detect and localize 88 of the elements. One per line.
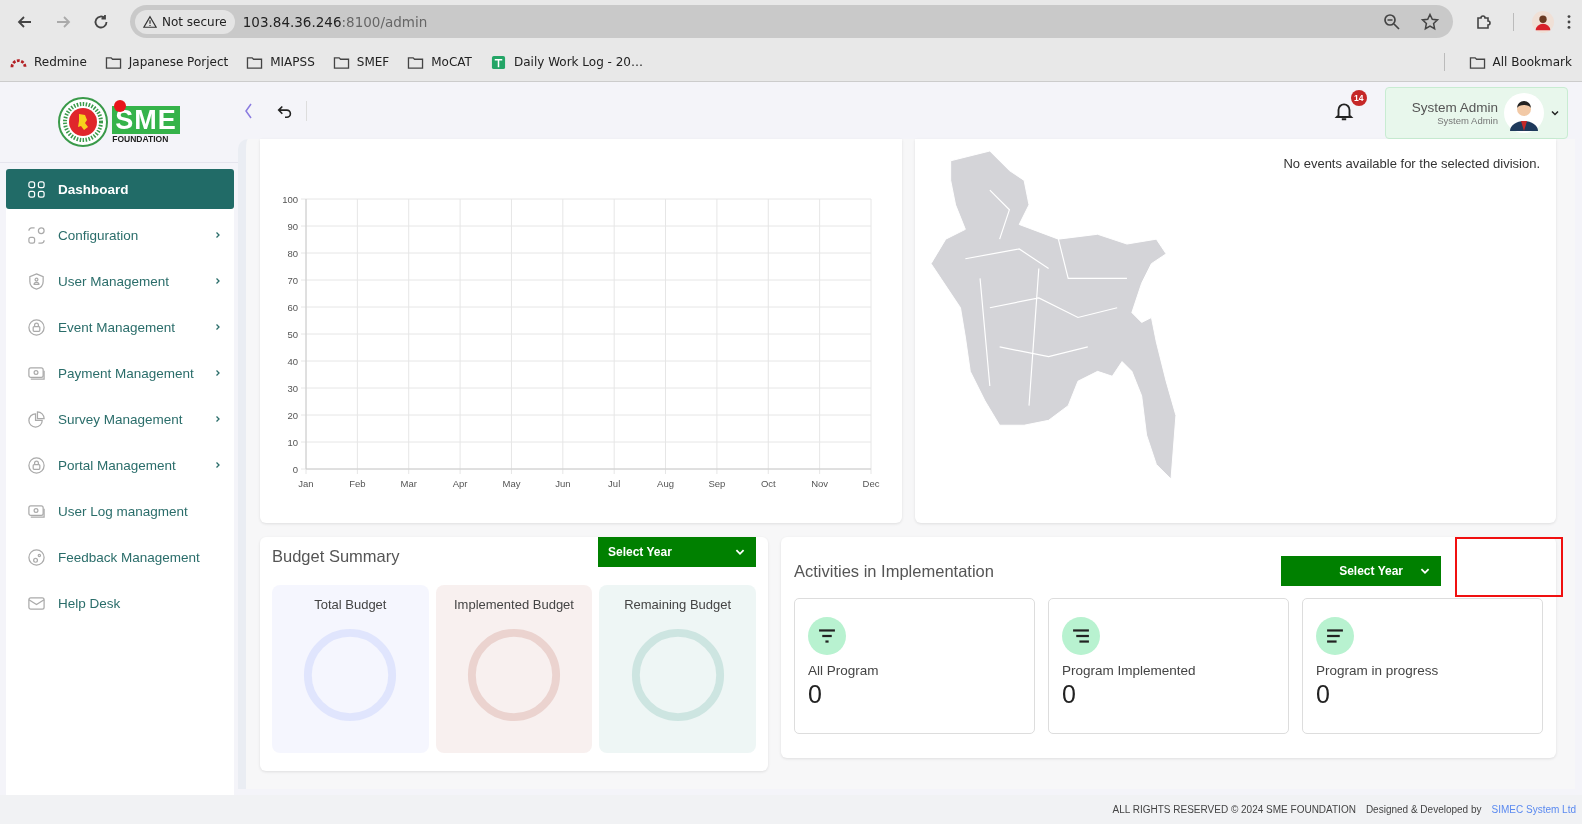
- stat-label: Program in progress: [1316, 663, 1439, 678]
- folder-icon: [246, 54, 264, 70]
- zoom-icon[interactable]: [1382, 11, 1402, 32]
- folder-icon: [104, 54, 122, 70]
- axis-tick-label: Feb: [348, 478, 366, 489]
- axis-tick-label: Sep: [708, 478, 726, 489]
- sidebar-item[interactable]: Configuration: [6, 215, 234, 255]
- sidebar-item[interactable]: Survey Management: [6, 399, 234, 439]
- sidebar-item[interactable]: Payment Management: [6, 353, 234, 393]
- axis-tick-label: 100: [281, 193, 298, 205]
- axis-tick-label: 80: [287, 247, 298, 259]
- axis-tick-label: Dec: [862, 478, 880, 489]
- budget-label: Total Budget: [314, 597, 387, 612]
- user-menu[interactable]: System Admin System Admin: [1384, 87, 1568, 139]
- section-title: Budget Summary: [272, 547, 400, 566]
- menu-icon[interactable]: [1566, 12, 1572, 31]
- axis-tick-label: 40: [287, 355, 298, 367]
- axis-tick-label: Oct: [760, 478, 776, 489]
- axis-tick-label: Jan: [298, 478, 314, 489]
- stat-label: Program Implemented: [1062, 663, 1196, 678]
- lock-icon: [27, 455, 46, 475]
- axis-tick-label: 60: [287, 301, 298, 313]
- stat-label: All Program: [808, 663, 879, 678]
- sidebar-item[interactable]: User Log managment: [6, 491, 234, 531]
- notification-badge: 14: [1350, 89, 1367, 106]
- stat-value: 0: [1316, 680, 1330, 709]
- bookmark[interactable]: SMEF: [332, 54, 390, 70]
- axis-tick-label: 30: [287, 382, 298, 394]
- budget-label: Remaining Budget: [624, 597, 732, 612]
- axis-tick-label: Jun: [554, 478, 571, 489]
- star-icon[interactable]: [1420, 11, 1440, 32]
- axis-tick-label: Aug: [656, 478, 674, 489]
- lines-icon: [1316, 617, 1354, 655]
- circle-dots-icon: [27, 547, 46, 567]
- budget-label: Implemented Budget: [454, 597, 574, 612]
- axis-tick-label: 70: [287, 274, 298, 286]
- stat-value: 0: [1062, 680, 1076, 709]
- axis-tick-label: 50: [287, 328, 298, 340]
- sidebar-item[interactable]: Feedback Management: [6, 537, 234, 577]
- spreadsheet-icon: [489, 54, 507, 70]
- lines-icon: [1062, 617, 1100, 655]
- bookmark[interactable]: MIAPSS: [246, 54, 315, 70]
- caret-icon: [1550, 108, 1560, 118]
- axis-tick-label: Jul: [607, 478, 620, 489]
- seal-logo: [58, 97, 109, 147]
- year-select[interactable]: Select Year: [598, 537, 756, 567]
- lock-icon: [27, 317, 46, 337]
- bookmark[interactable]: Daily Work Log - 20…: [489, 54, 643, 70]
- sidebar-item[interactable]: Portal Management: [6, 445, 234, 485]
- axis-tick-label: 0: [292, 463, 298, 475]
- shield-icon: [27, 271, 46, 291]
- copyright-text: ALL RIGHTS RESERVED © 2024 SME FOUNDATION: [1112, 804, 1356, 815]
- sidebar-item[interactable]: Dashboard: [6, 169, 234, 209]
- sidebar-item[interactable]: Help Desk: [6, 583, 234, 623]
- bookmark[interactable]: All Bookmark: [1468, 54, 1572, 70]
- axis-tick-label: 90: [287, 220, 298, 232]
- pie-chart-icon: [27, 409, 46, 429]
- user-role: System Admin: [1437, 115, 1498, 126]
- bookmark[interactable]: Japanese Porject: [104, 54, 229, 70]
- sidebar-item[interactable]: User Management: [6, 261, 234, 301]
- user-name: System Admin: [1411, 100, 1498, 115]
- folder-icon: [1468, 54, 1486, 70]
- axis-tick-label: 20: [287, 409, 298, 421]
- sidebar-item[interactable]: Event Management: [6, 307, 234, 347]
- avatar: [1504, 93, 1544, 133]
- section-title: Activities in Implementation: [794, 561, 994, 581]
- warning-icon: [143, 14, 157, 29]
- url-text: 103.84.36.246:8100/admin: [242, 13, 428, 30]
- credit-text: Designed & Developed by: [1365, 804, 1482, 815]
- year-select[interactable]: Select Year: [1281, 556, 1441, 586]
- empty-message: No events available for the selected division.: [1283, 156, 1540, 173]
- axis-tick-label: Apr: [452, 478, 468, 489]
- folder-icon: [407, 54, 425, 70]
- grid-icon: [27, 179, 46, 199]
- folder-icon: [332, 54, 350, 70]
- security-chip[interactable]: Not secure: [135, 9, 235, 34]
- bookmark[interactable]: MoCAT: [407, 54, 472, 70]
- stat-value: 0: [808, 680, 822, 709]
- sme-logo: SME FOUNDATION: [112, 100, 180, 144]
- axis-tick-label: 10: [287, 436, 298, 448]
- address-bar[interactable]: Not secure 103.84.36.246:8100/admin: [130, 5, 1453, 38]
- lines-icon: [808, 617, 846, 655]
- axis-tick-label: Nov: [810, 478, 828, 489]
- profile-icon[interactable]: [1532, 10, 1554, 33]
- bookmark[interactable]: Redmine: [10, 54, 87, 70]
- axis-tick-label: Mar: [400, 478, 417, 489]
- axis-tick-label: May: [502, 478, 521, 489]
- shapes-icon: [27, 225, 46, 245]
